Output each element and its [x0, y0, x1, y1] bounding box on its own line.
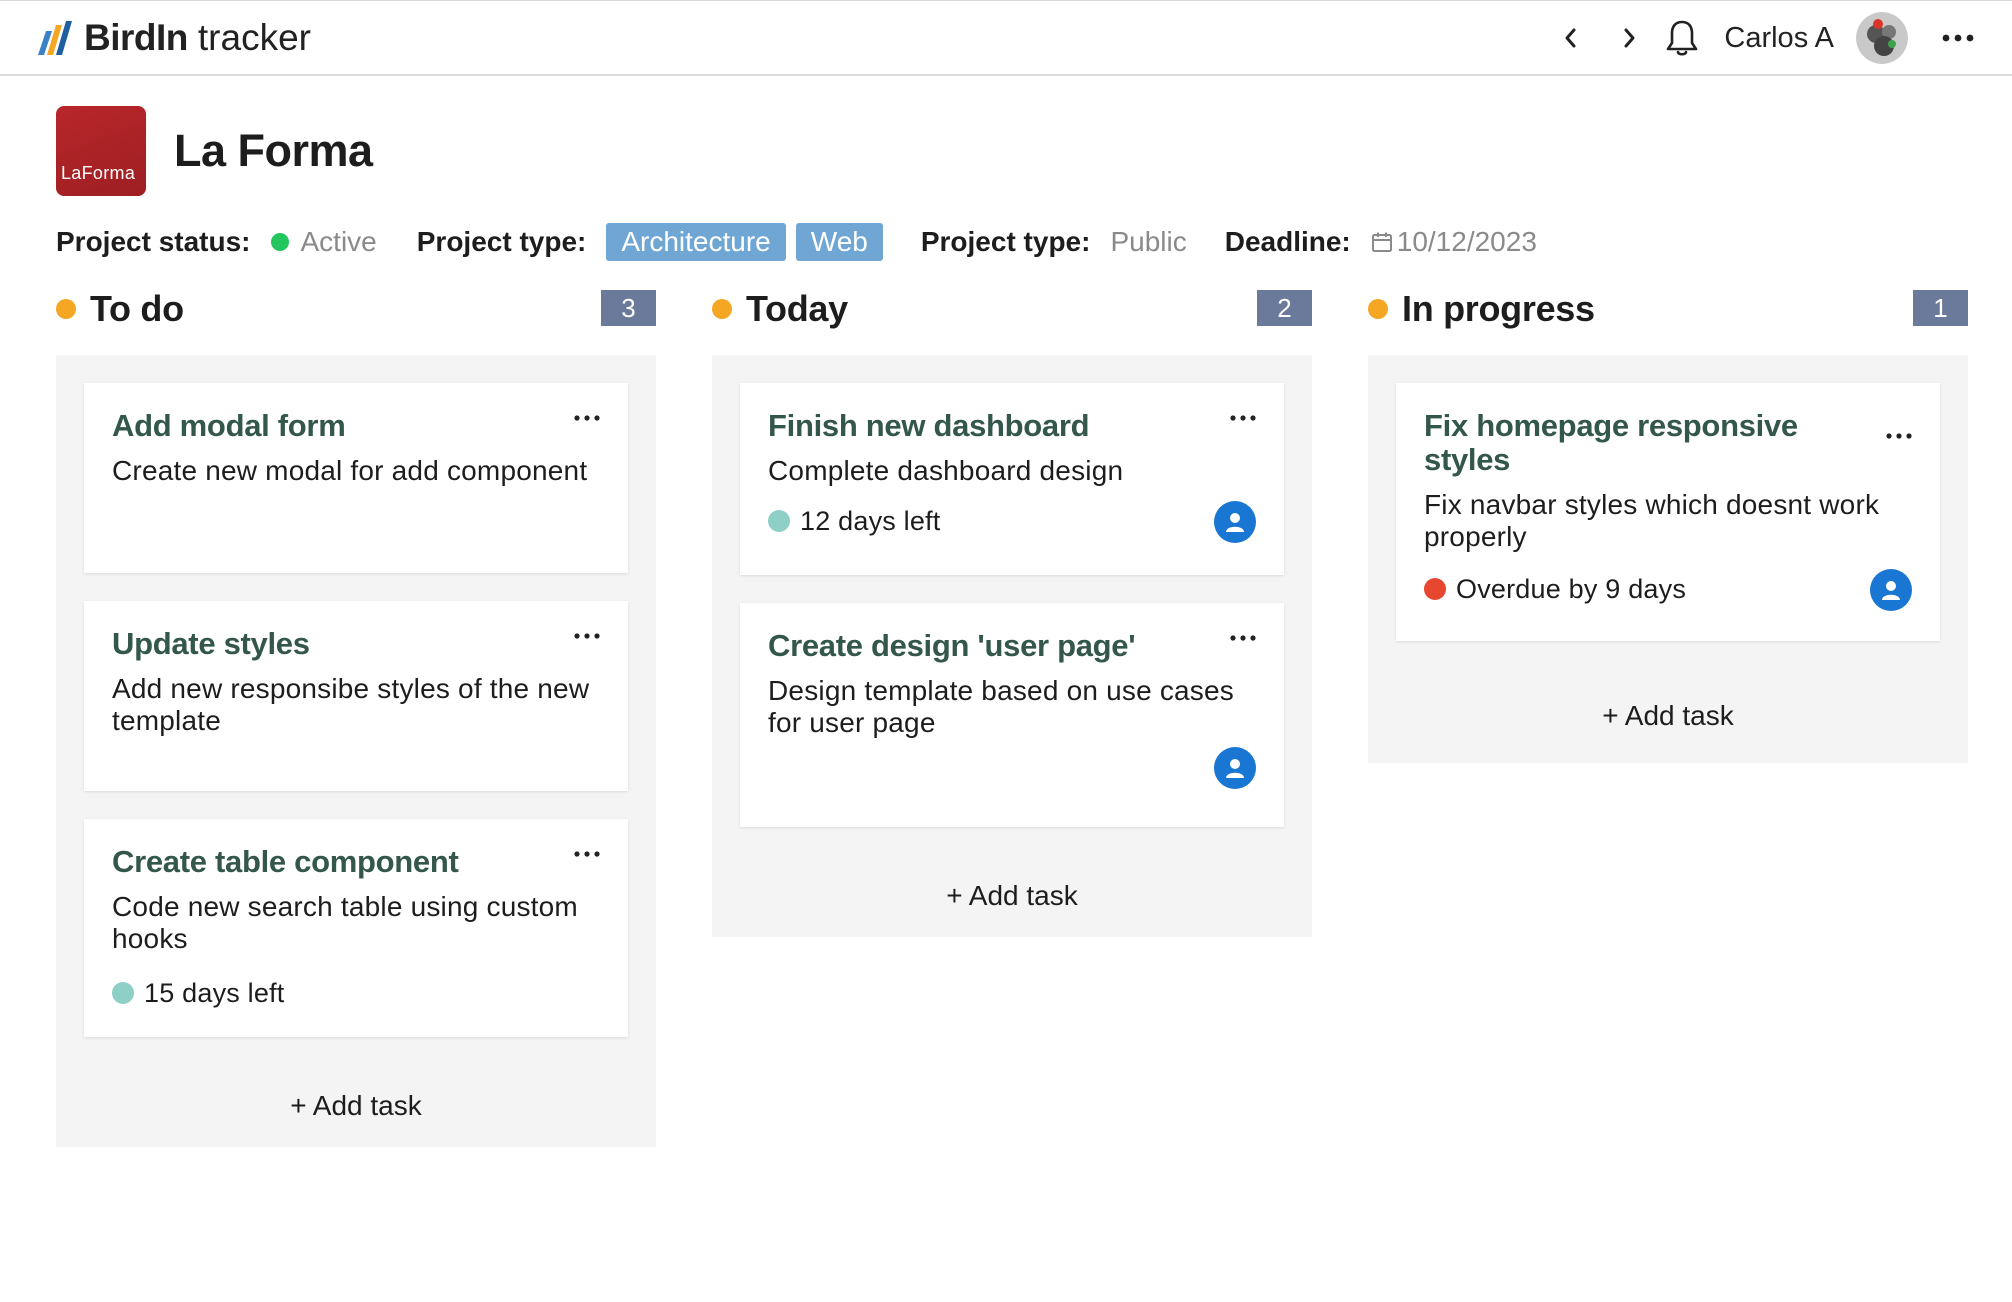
- card-menu-icon[interactable]: [574, 413, 600, 423]
- card-menu-icon[interactable]: [1886, 431, 1912, 441]
- task-description: Complete dashboard design: [768, 455, 1124, 486]
- forward-button[interactable]: [1610, 18, 1650, 58]
- task-title: Create table component: [112, 844, 459, 879]
- due-text: 15 days left: [144, 977, 285, 1008]
- column-body: Finish new dashboard Complete dashboard …: [712, 355, 1312, 937]
- assignee-avatar[interactable]: [1214, 501, 1256, 543]
- user-icon: [1882, 581, 1900, 600]
- visibility-label: Project type:: [920, 226, 1091, 257]
- chevron-left-icon: [1565, 28, 1576, 48]
- top-nav: Carlos A: [1550, 1, 2012, 75]
- due-text: 12 days left: [800, 505, 941, 536]
- column-count-badge: 3: [601, 290, 656, 326]
- user-avatar[interactable]: [1856, 12, 1908, 64]
- assignee-avatar[interactable]: [1870, 569, 1912, 611]
- status-label: Project status:: [56, 226, 251, 257]
- task-card[interactable]: Update styles Add new responsibe styles …: [84, 601, 628, 791]
- type-label: Project type:: [416, 226, 587, 257]
- top-bar: BirdIn tracker Carlos A: [0, 0, 2012, 76]
- brand-suffix: tracker: [197, 17, 311, 58]
- task-card[interactable]: Create table component Code new search t…: [84, 819, 628, 1037]
- brand-logo-icon: [38, 21, 72, 55]
- column-count-badge: 1: [1913, 290, 1968, 326]
- task-description: Design template based on use cases for u…: [768, 675, 1234, 738]
- project-meta: Project status: Active Project type: Arc…: [56, 222, 1537, 262]
- task-footer: [768, 747, 1256, 789]
- bell-icon: [1667, 20, 1698, 56]
- task-description: Create new modal for add component: [112, 455, 588, 486]
- column-todo: To do 3 Add modal form Create new modal …: [56, 285, 656, 1147]
- assignee-avatar[interactable]: [1214, 747, 1256, 789]
- user-icon: [1226, 513, 1244, 532]
- card-menu-icon[interactable]: [1230, 413, 1256, 423]
- tag-web[interactable]: Web: [795, 223, 883, 261]
- task-description: Fix navbar styles which doesnt work prop…: [1424, 489, 1880, 552]
- column-body: Add modal form Create new modal for add …: [56, 355, 656, 1147]
- deadline-value: 10/12/2023: [1396, 226, 1537, 257]
- column-count-badge: 2: [1257, 290, 1312, 326]
- user-name[interactable]: Carlos A: [1724, 22, 1834, 55]
- user-icon: [1226, 759, 1244, 778]
- column-in-progress: In progress 1 Fix homepage responsive st…: [1368, 285, 1968, 763]
- due-status-dot: [1424, 578, 1446, 600]
- column-header: To do 3: [56, 285, 656, 333]
- chevron-right-icon: [1624, 28, 1635, 48]
- project-header: LaForma La Forma: [56, 106, 373, 196]
- task-card[interactable]: Create design 'user page' Design templat…: [740, 603, 1284, 827]
- task-card[interactable]: Finish new dashboard Complete dashboard …: [740, 383, 1284, 575]
- task-card[interactable]: Fix homepage responsive styles Fix navba…: [1396, 383, 1940, 641]
- column-today: Today 2 Finish new dashboard Complete da…: [712, 285, 1312, 937]
- brand-name: BirdIn: [84, 17, 188, 58]
- add-task-button[interactable]: + Add task: [740, 827, 1284, 937]
- back-button[interactable]: [1550, 18, 1590, 58]
- task-description: Add new responsibe styles of the new tem…: [112, 673, 590, 736]
- brand[interactable]: BirdIn tracker: [32, 13, 311, 63]
- deadline-label: Deadline:: [1224, 226, 1351, 257]
- status-dot-icon: [270, 233, 289, 251]
- task-title: Finish new dashboard: [768, 408, 1090, 443]
- column-title: In progress: [1402, 288, 1595, 329]
- card-menu-icon[interactable]: [1230, 633, 1256, 643]
- card-menu-icon[interactable]: [574, 631, 600, 641]
- avatar-image: [1856, 12, 1908, 64]
- calendar-icon: [1371, 232, 1392, 252]
- task-card[interactable]: Add modal form Create new modal for add …: [84, 383, 628, 573]
- task-title: Fix homepage responsive styles: [1424, 408, 1798, 477]
- more-horizontal-icon: [1942, 34, 1974, 42]
- task-title: Add modal form: [112, 408, 346, 443]
- task-footer: Overdue by 9 days: [1424, 569, 1912, 611]
- due-text: Overdue by 9 days: [1456, 573, 1687, 604]
- project-logo: LaForma: [56, 106, 146, 196]
- task-title: Update styles: [112, 626, 310, 661]
- more-menu-button[interactable]: [1938, 18, 1978, 58]
- add-task-button[interactable]: + Add task: [84, 1037, 628, 1147]
- task-footer: 12 days left: [768, 501, 1256, 543]
- card-menu-icon[interactable]: [574, 849, 600, 859]
- tag-architecture[interactable]: Architecture: [606, 223, 786, 261]
- project-logo-text: LaForma: [61, 163, 136, 183]
- task-description: Code new search table using custom hooks: [112, 891, 578, 954]
- status-value: Active: [300, 226, 377, 257]
- column-dot-icon: [712, 299, 732, 319]
- due-status-dot: [768, 510, 790, 532]
- add-task-button[interactable]: + Add task: [1396, 641, 1940, 763]
- column-header: Today 2: [712, 285, 1312, 333]
- column-title: Today: [746, 288, 848, 329]
- column-header: In progress 1: [1368, 285, 1968, 333]
- due-status-dot: [112, 982, 134, 1004]
- task-footer: 15 days left: [112, 973, 600, 1013]
- column-dot-icon: [1368, 299, 1388, 319]
- notifications-button[interactable]: [1662, 18, 1702, 58]
- page-title: La Forma: [174, 125, 373, 176]
- column-dot-icon: [56, 299, 76, 319]
- column-title: To do: [90, 288, 184, 329]
- visibility-value: Public: [1110, 226, 1187, 257]
- task-title: Create design 'user page': [768, 628, 1136, 663]
- column-body: Fix homepage responsive styles Fix navba…: [1368, 355, 1968, 763]
